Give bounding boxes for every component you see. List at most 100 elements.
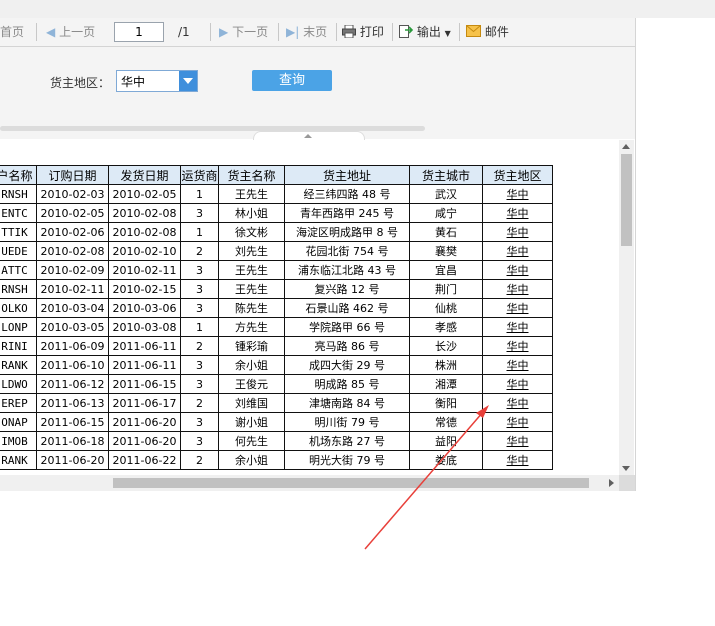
next-page-icon: ▶: [219, 25, 229, 39]
cell-order-date: 2011-06-13: [36, 393, 109, 413]
prev-page-button[interactable]: ◀ 上一页: [46, 24, 95, 40]
vertical-scrollbar[interactable]: [619, 140, 634, 475]
cell-ship-region[interactable]: 华中: [482, 393, 553, 413]
toolbar-divider: [210, 23, 211, 41]
scroll-right-icon[interactable]: [609, 479, 614, 487]
query-button[interactable]: 查询: [252, 70, 332, 91]
table-row: EREP 2011-06-13 2011-06-17 2 刘维国 津塘南路 84 号衡阳华…: [0, 393, 553, 413]
cell-ship-city: 长沙: [409, 336, 483, 356]
table-row: RNSH 2010-02-03 2010-02-05 1 王先生 经三纬四路 48 号武汉…: [0, 184, 553, 204]
cell-customer: UEDE: [0, 241, 37, 261]
scroll-down-icon[interactable]: [622, 466, 630, 471]
cell-ship-address: 学院路甲 66 号: [284, 317, 410, 337]
toolbar-divider: [336, 23, 337, 41]
cell-shipper: 2: [180, 336, 219, 356]
cell-ship-name: 何先生: [218, 431, 285, 451]
cell-ship-city: 株洲: [409, 355, 483, 375]
toolbar-divider: [36, 23, 37, 41]
dropdown-arrow-icon[interactable]: [179, 71, 197, 91]
toolbar-divider: [392, 23, 393, 41]
cell-ship-region[interactable]: 华中: [482, 184, 553, 204]
toolbar-divider: [278, 23, 279, 41]
page-number-input[interactable]: 1: [114, 22, 164, 42]
cell-customer: ENTC: [0, 203, 37, 223]
cell-ship-region[interactable]: 华中: [482, 317, 553, 337]
table-header-row: 户名称 订购日期 发货日期 运货商 货主名称 货主地址 货主城市 货主地区: [0, 165, 553, 185]
cell-customer: RINI: [0, 336, 37, 356]
cell-ship-region[interactable]: 华中: [482, 279, 553, 299]
horizontal-scroll-thumb[interactable]: [113, 478, 589, 488]
cell-ship-region[interactable]: 华中: [482, 336, 553, 356]
cell-ship-name: 王俊元: [218, 374, 285, 394]
cell-ship-name: 谢小姐: [218, 412, 285, 432]
mail-button[interactable]: 邮件: [466, 24, 509, 40]
cell-order-date: 2011-06-18: [36, 431, 109, 451]
table-row: ATTC 2010-02-09 2010-02-11 3 王先生 浦东临江北路 43 号宜…: [0, 260, 553, 280]
cell-order-date: 2010-02-08: [36, 241, 109, 261]
cell-order-date: 2010-02-11: [36, 279, 109, 299]
cell-ship-date: 2011-06-20: [108, 412, 181, 432]
last-page-button[interactable]: ▶| 末页: [286, 24, 327, 40]
first-page-button[interactable]: 首页: [0, 24, 24, 40]
cell-ship-city: 宜昌: [409, 260, 483, 280]
cell-ship-region[interactable]: 华中: [482, 431, 553, 451]
cell-shipper: 3: [180, 355, 219, 375]
cell-ship-region[interactable]: 华中: [482, 412, 553, 432]
cell-shipper: 1: [180, 222, 219, 242]
cell-ship-name: 余小姐: [218, 355, 285, 375]
print-label: 打印: [359, 25, 384, 39]
table-row: ONAP 2011-06-15 2011-06-20 3 谢小姐 明川街 79 号常德 华中: [0, 412, 553, 432]
horizontal-scrollbar[interactable]: [0, 475, 619, 491]
next-page-label: 下一页: [232, 25, 269, 39]
cell-ship-region[interactable]: 华中: [482, 355, 553, 375]
cell-ship-region[interactable]: 华中: [482, 222, 553, 242]
orders-table: 户名称 订购日期 发货日期 运货商 货主名称 货主地址 货主城市 货主地区 RN…: [0, 165, 553, 470]
cell-customer: RANK: [0, 450, 37, 470]
report-toolbar: 首页 ◀ 上一页 1 /1 ▶ 下一页 ▶| 末页 打印 输出 ▼ 邮件: [0, 18, 635, 47]
cell-ship-name: 刘先生: [218, 241, 285, 261]
mail-icon: [466, 25, 485, 39]
cell-customer: LDWO: [0, 374, 37, 394]
cell-ship-date: 2011-06-22: [108, 450, 181, 470]
cell-ship-city: 咸宁: [409, 203, 483, 223]
scroll-up-icon[interactable]: [622, 144, 630, 149]
last-page-label: 末页: [303, 25, 328, 39]
region-select[interactable]: 华中: [116, 70, 198, 92]
cell-ship-region[interactable]: 华中: [482, 260, 553, 280]
table-body: RNSH 2010-02-03 2010-02-05 1 王先生 经三纬四路 48 号武汉…: [0, 184, 553, 470]
cell-ship-date: 2011-06-11: [108, 336, 181, 356]
cell-shipper: 2: [180, 393, 219, 413]
cell-customer: ATTC: [0, 260, 37, 280]
chevron-down-icon: ▼: [444, 29, 451, 38]
total-pages: /1: [178, 25, 190, 39]
parameter-scrollbar[interactable]: [0, 126, 425, 131]
cell-ship-address: 浦东临江北路 43 号: [284, 260, 410, 280]
cell-ship-name: 刘维国: [218, 393, 285, 413]
cell-order-date: 2011-06-20: [36, 450, 109, 470]
next-page-button[interactable]: ▶ 下一页: [219, 24, 268, 40]
export-label: 输出: [416, 25, 441, 39]
report-viewer: 首页 ◀ 上一页 1 /1 ▶ 下一页 ▶| 末页 打印 输出 ▼ 邮件 货主地…: [0, 18, 636, 491]
cell-order-date: 2010-02-06: [36, 222, 109, 242]
cell-shipper: 1: [180, 317, 219, 337]
cell-ship-region[interactable]: 华中: [482, 374, 553, 394]
cell-ship-city: 孝感: [409, 317, 483, 337]
cell-ship-date: 2010-02-08: [108, 222, 181, 242]
vertical-scroll-thumb[interactable]: [621, 154, 632, 246]
printer-icon: [342, 24, 360, 39]
cell-customer: RNSH: [0, 279, 37, 299]
cell-ship-address: 海淀区明成路甲 8 号: [284, 222, 410, 242]
prev-page-label: 上一页: [59, 25, 96, 39]
header-ship-date: 发货日期: [108, 165, 181, 185]
cell-ship-region[interactable]: 华中: [482, 241, 553, 261]
cell-order-date: 2010-02-09: [36, 260, 109, 280]
cell-ship-region[interactable]: 华中: [482, 298, 553, 318]
cell-ship-city: 娄底: [409, 450, 483, 470]
print-button[interactable]: 打印: [342, 24, 384, 40]
cell-ship-region[interactable]: 华中: [482, 450, 553, 470]
export-button[interactable]: 输出 ▼: [399, 24, 451, 40]
parameter-panel: 货主地区： 华中 查询: [0, 47, 635, 142]
cell-ship-region[interactable]: 华中: [482, 203, 553, 223]
cell-ship-address: 经三纬四路 48 号: [284, 184, 410, 204]
cell-ship-address: 明川街 79 号: [284, 412, 410, 432]
